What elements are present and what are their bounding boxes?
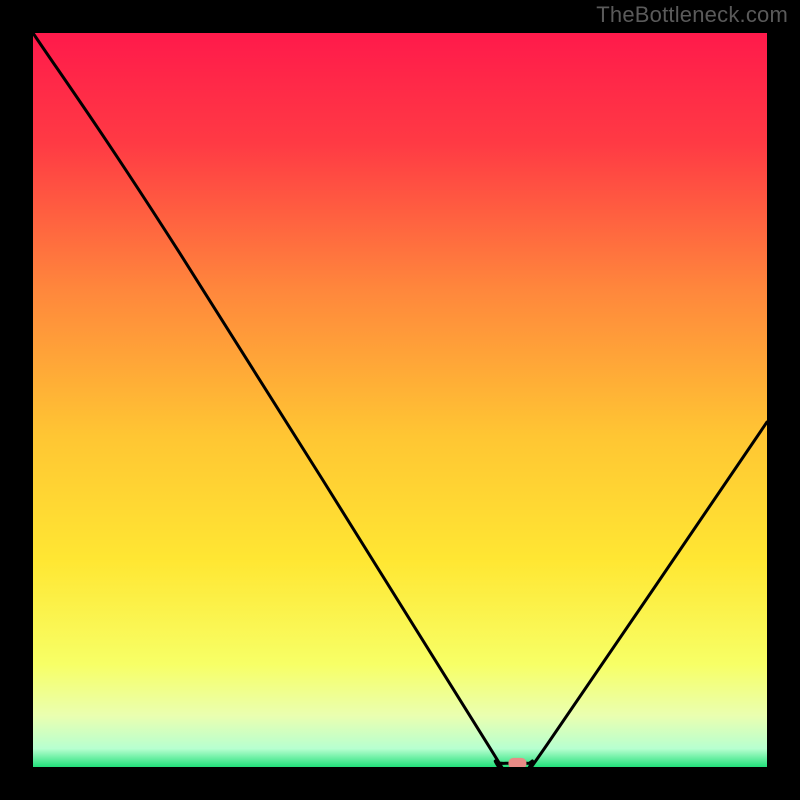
- optimum-marker: [508, 758, 526, 767]
- chart-background-gradient: [33, 33, 767, 767]
- chart-container: TheBottleneck.com: [0, 0, 800, 800]
- chart-plot-area: [33, 33, 767, 767]
- watermark-text: TheBottleneck.com: [596, 2, 788, 28]
- chart-svg: [33, 33, 767, 767]
